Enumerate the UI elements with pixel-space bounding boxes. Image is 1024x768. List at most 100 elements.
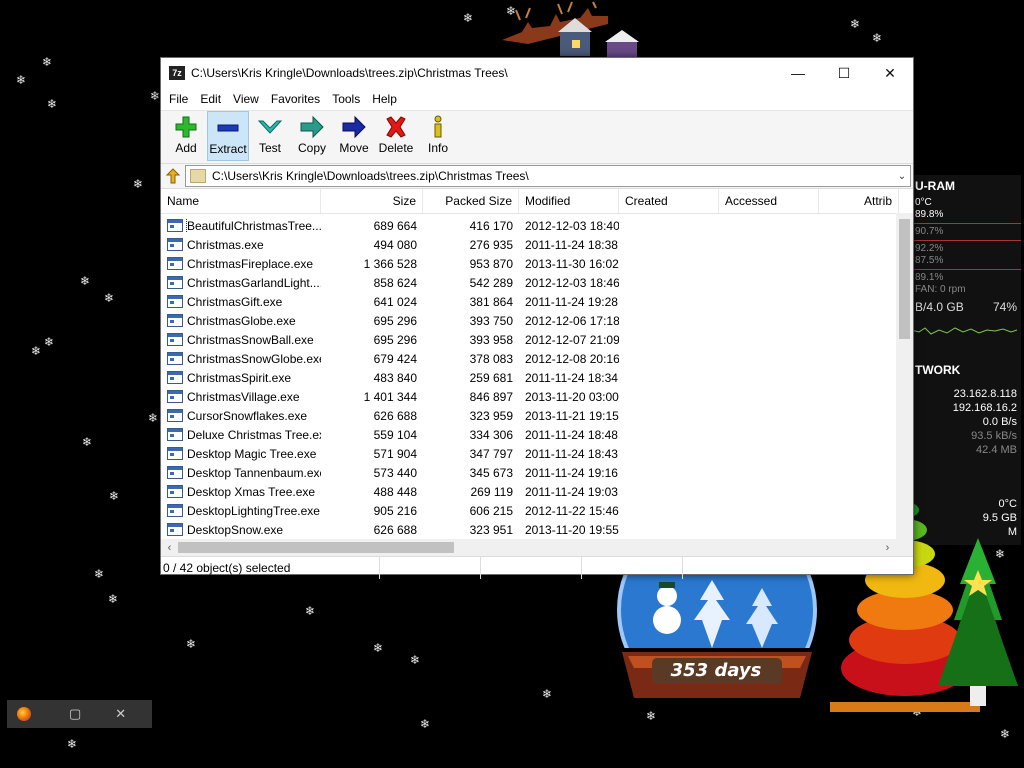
- menu-help[interactable]: Help: [366, 92, 403, 106]
- cell-packed-size: 542 289: [469, 275, 513, 290]
- cell-size: 695 296: [373, 332, 417, 347]
- cell-packed-size: 606 215: [469, 503, 513, 518]
- table-row[interactable]: Desktop Tannenbaum.exe 573 440 345 673 2011…: [161, 463, 913, 482]
- scroll-right-icon[interactable]: ›: [879, 542, 896, 554]
- table-row[interactable]: ChristmasGift.exe 641 024 381 864 2011-11-2…: [161, 292, 913, 311]
- up-folder-button[interactable]: [161, 165, 185, 187]
- up-arrow-icon: [165, 168, 181, 184]
- menu-favorites[interactable]: Favorites: [265, 92, 326, 106]
- cell-packed-size: 378 083: [469, 351, 513, 366]
- table-row[interactable]: Desktop Magic Tree.exe 571 904 347 797 2011…: [161, 444, 913, 463]
- table-row[interactable]: BeautifulChristmasTree.... 689 664 416 170…: [161, 216, 913, 235]
- cell-modified: 2011-11-24 18:38: [525, 237, 618, 252]
- network-header: TWORK: [915, 363, 961, 377]
- table-row[interactable]: ChristmasGlobe.exe 695 296 393 750 2012-12-…: [161, 311, 913, 330]
- cell-packed-size: 259 681: [469, 370, 513, 385]
- extract-button[interactable]: Extract: [207, 111, 249, 161]
- check-icon: [257, 120, 283, 134]
- x-icon: [386, 116, 406, 138]
- snowflake-icon: ❄: [850, 17, 861, 31]
- table-row[interactable]: ChristmasVillage.exe 1 401 344 846 897 2013…: [161, 387, 913, 406]
- table-row[interactable]: DesktopLightingTree.exe 905 216 606 215 201…: [161, 501, 913, 520]
- taskbar-thumbnail[interactable]: ▢ ✕: [7, 700, 152, 728]
- exe-file-icon: [167, 485, 183, 498]
- fan-speed: FAN: 0 rpm: [915, 284, 966, 295]
- maximize-button[interactable]: ☐: [821, 58, 867, 88]
- column-created[interactable]: Created: [619, 189, 719, 213]
- scroll-thumb[interactable]: [178, 542, 454, 553]
- cell-name: ChristmasFireplace.exe: [161, 257, 321, 271]
- table-row[interactable]: ChristmasGarlandLight.... 858 624 542 289 2…: [161, 273, 913, 292]
- ram-graph-icon: [910, 327, 1018, 335]
- exe-file-icon: [167, 276, 183, 289]
- arrow-right-icon: [300, 115, 324, 139]
- snowflake-icon: ❄: [420, 717, 431, 731]
- exe-file-icon: [167, 523, 183, 536]
- scroll-left-icon[interactable]: ‹: [161, 542, 178, 554]
- test-button[interactable]: Test: [249, 111, 291, 161]
- horizontal-scrollbar[interactable]: ‹ ›: [161, 539, 913, 556]
- close-icon[interactable]: ✕: [115, 706, 126, 722]
- vertical-scrollbar[interactable]: [896, 213, 913, 539]
- exe-file-icon: [167, 238, 183, 251]
- snowflake-icon: ❄: [463, 11, 474, 25]
- column-attrib[interactable]: Attrib: [819, 189, 899, 213]
- add-button[interactable]: Add: [165, 111, 207, 161]
- title-bar[interactable]: 7z C:\Users\Kris Kringle\Downloads\trees…: [161, 58, 913, 88]
- cell-modified: 2011-11-24 19:16: [525, 465, 618, 480]
- table-row[interactable]: CursorSnowflakes.exe 626 688 323 959 2013-1…: [161, 406, 913, 425]
- copy-button[interactable]: Copy: [291, 111, 333, 161]
- chevron-down-icon[interactable]: ⌄: [894, 171, 910, 182]
- info-button[interactable]: Info: [417, 111, 459, 161]
- menu-file[interactable]: File: [163, 92, 194, 106]
- snowflake-icon: ❄: [31, 344, 42, 358]
- toolbar: Add Extract Test Copy Move Delete Info: [161, 110, 913, 163]
- table-row[interactable]: DesktopSnow.exe 626 688 323 951 2013-11-20 …: [161, 520, 913, 539]
- countdown-text: 353 days: [670, 660, 762, 681]
- exe-file-icon: [167, 390, 183, 403]
- cell-size: 905 216: [373, 503, 417, 518]
- move-button[interactable]: Move: [333, 111, 375, 161]
- exe-file-icon: [167, 333, 183, 346]
- column-name[interactable]: Name: [161, 189, 321, 213]
- column-packed-size[interactable]: Packed Size: [423, 189, 519, 213]
- cell-size: 695 296: [373, 313, 417, 328]
- cell-size: 858 624: [373, 275, 417, 290]
- menu-edit[interactable]: Edit: [194, 92, 227, 106]
- cell-size: 641 024: [373, 294, 417, 309]
- minimize-button[interactable]: —: [775, 58, 821, 88]
- table-row[interactable]: Desktop Xmas Tree.exe 488 448 269 119 2011-…: [161, 482, 913, 501]
- cell-modified: 2011-11-24 18:43: [525, 446, 618, 461]
- cell-modified: 2012-12-03 18:40: [525, 218, 619, 233]
- cell-packed-size: 953 870: [469, 256, 513, 271]
- exe-file-icon: [167, 428, 183, 441]
- cell-size: 1 401 344: [363, 389, 417, 404]
- table-row[interactable]: ChristmasFireplace.exe 1 366 528 953 870 20…: [161, 254, 913, 273]
- info-icon: [434, 115, 442, 138]
- cell-modified: 2012-11-22 15:46: [525, 503, 619, 518]
- address-path-field[interactable]: C:\Users\Kris Kringle\Downloads\trees.zi…: [185, 165, 911, 187]
- column-size[interactable]: Size: [321, 189, 423, 213]
- exe-file-icon: [167, 409, 183, 422]
- restore-icon[interactable]: ▢: [69, 706, 81, 722]
- firefox-icon: [17, 707, 31, 721]
- folder-icon: [190, 169, 206, 183]
- close-button[interactable]: ✕: [867, 58, 913, 88]
- column-accessed[interactable]: Accessed: [719, 189, 819, 213]
- menu-bar: File Edit View Favorites Tools Help: [161, 88, 913, 110]
- snowflake-icon: ❄: [94, 567, 105, 581]
- table-row[interactable]: ChristmasSnowGlobe.exe 679 424 378 083 2012…: [161, 349, 913, 368]
- cell-modified: 2013-11-30 16:02: [525, 256, 619, 271]
- cell-size: 573 440: [373, 465, 417, 480]
- menu-tools[interactable]: Tools: [326, 92, 366, 106]
- column-modified[interactable]: Modified: [519, 189, 619, 213]
- ram-percent: 74%: [992, 300, 1017, 314]
- delete-button[interactable]: Delete: [375, 111, 417, 161]
- table-row[interactable]: ChristmasSpirit.exe 483 840 259 681 2011-11…: [161, 368, 913, 387]
- table-row[interactable]: Deluxe Christmas Tree.exe 559 104 334 306 2…: [161, 425, 913, 444]
- table-row[interactable]: Christmas.exe 494 080 276 935 2011-11-24 18…: [161, 235, 913, 254]
- status-bar: 0 / 42 object(s) selected: [161, 556, 913, 579]
- cell-size: 626 688: [373, 522, 417, 537]
- menu-view[interactable]: View: [227, 92, 265, 106]
- table-row[interactable]: ChristmasSnowBall.exe 695 296 393 958 2012-…: [161, 330, 913, 349]
